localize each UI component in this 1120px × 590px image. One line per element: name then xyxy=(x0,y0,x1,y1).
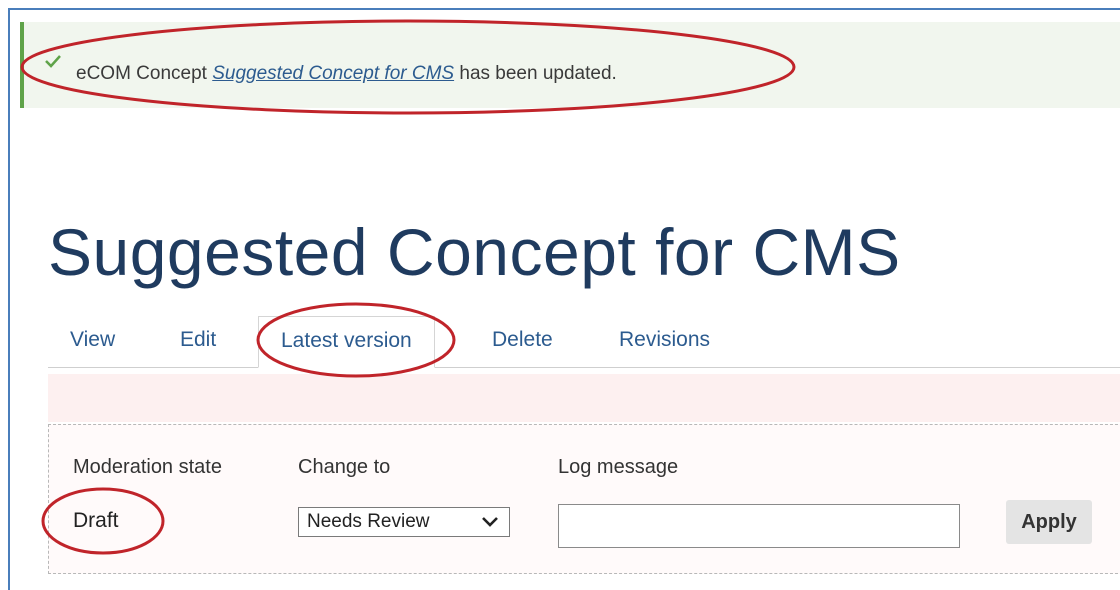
tab-view[interactable]: View xyxy=(70,316,115,367)
change-to-select[interactable]: Needs Review xyxy=(298,507,510,537)
log-message-label: Log message xyxy=(558,456,679,478)
tab-delete[interactable]: Delete xyxy=(492,316,553,367)
status-message-prefix: eCOM Concept xyxy=(76,63,213,84)
page-title: Suggested Concept for CMS xyxy=(48,215,901,289)
check-icon xyxy=(45,55,61,68)
apply-button[interactable]: Apply xyxy=(1006,500,1092,544)
tab-latest-version[interactable]: Latest version xyxy=(258,316,435,368)
tab-edit[interactable]: Edit xyxy=(180,316,216,367)
moderation-control xyxy=(48,424,1120,574)
tab-revisions[interactable]: Revisions xyxy=(619,316,710,367)
status-message-suffix: has been updated. xyxy=(454,63,617,84)
notice-bar xyxy=(48,374,1120,422)
change-to-selected-value: Needs Review xyxy=(307,511,430,532)
moderation-state-value: Draft xyxy=(73,509,119,532)
tabs-bar: View Edit Latest version Delete Revision… xyxy=(48,316,1120,368)
status-message: eCOM Concept Suggested Concept for CMS h… xyxy=(20,22,1120,108)
change-to-label: Change to xyxy=(298,456,391,478)
status-message-text: eCOM Concept Suggested Concept for CMS h… xyxy=(76,63,617,85)
moderation-state-label: Moderation state xyxy=(73,456,222,478)
chevron-down-icon xyxy=(482,517,498,527)
log-message-input[interactable] xyxy=(558,504,960,548)
status-message-link[interactable]: Suggested Concept for CMS xyxy=(212,63,454,84)
